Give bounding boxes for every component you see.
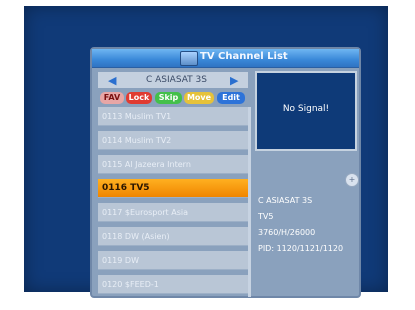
channel-item[interactable]: 0117 $Eurosport Asia bbox=[98, 203, 248, 222]
channel-item[interactable]: 0118 DW (Asien) bbox=[98, 227, 248, 246]
satellite-selector[interactable]: ◀ C ASIASAT 3S ▶ bbox=[98, 72, 248, 88]
channel-item-selected[interactable]: 0116 TV5 bbox=[98, 179, 248, 198]
channel-item[interactable]: 0115 Al Jazeera Intern bbox=[98, 155, 248, 174]
title-bar: TV Channel List bbox=[92, 49, 359, 68]
lock-button[interactable]: Lock bbox=[126, 92, 152, 104]
channel-list-window: TV Channel List ◀ C ASIASAT 3S ▶ FAV Loc… bbox=[90, 47, 361, 298]
move-button[interactable]: Move bbox=[184, 92, 214, 104]
detail-satellite: C ASIASAT 3S bbox=[258, 196, 313, 205]
channel-list: 0113 Muslim TV1 0114 Muslim TV2 0115 Al … bbox=[98, 107, 248, 297]
fav-button[interactable]: FAV bbox=[100, 92, 124, 104]
window-title: TV Channel List bbox=[200, 51, 288, 62]
edit-button[interactable]: Edit bbox=[217, 92, 245, 104]
right-arrow-icon[interactable]: ▶ bbox=[230, 74, 238, 87]
preview-window: No Signal! bbox=[255, 71, 357, 151]
list-scrollbar[interactable] bbox=[248, 107, 251, 297]
info-icon: + bbox=[345, 173, 359, 187]
detail-transponder: 3760/H/26000 bbox=[258, 228, 316, 237]
satellite-name: C ASIASAT 3S bbox=[146, 75, 207, 85]
channel-item[interactable]: 0120 $FEED-1 bbox=[98, 275, 248, 294]
function-buttons: FAV Lock Skip Move Edit bbox=[98, 92, 248, 104]
channel-item[interactable]: 0119 DW bbox=[98, 251, 248, 270]
signal-status: No Signal! bbox=[282, 104, 330, 114]
left-arrow-icon[interactable]: ◀ bbox=[108, 74, 116, 87]
channel-item[interactable]: 0113 Muslim TV1 bbox=[98, 107, 248, 126]
tv-icon bbox=[180, 51, 198, 66]
channel-item[interactable]: 0114 Muslim TV2 bbox=[98, 131, 248, 150]
skip-button[interactable]: Skip bbox=[155, 92, 182, 104]
detail-channel: TV5 bbox=[258, 212, 274, 221]
detail-pid: PID: 1120/1121/1120 bbox=[258, 244, 344, 253]
